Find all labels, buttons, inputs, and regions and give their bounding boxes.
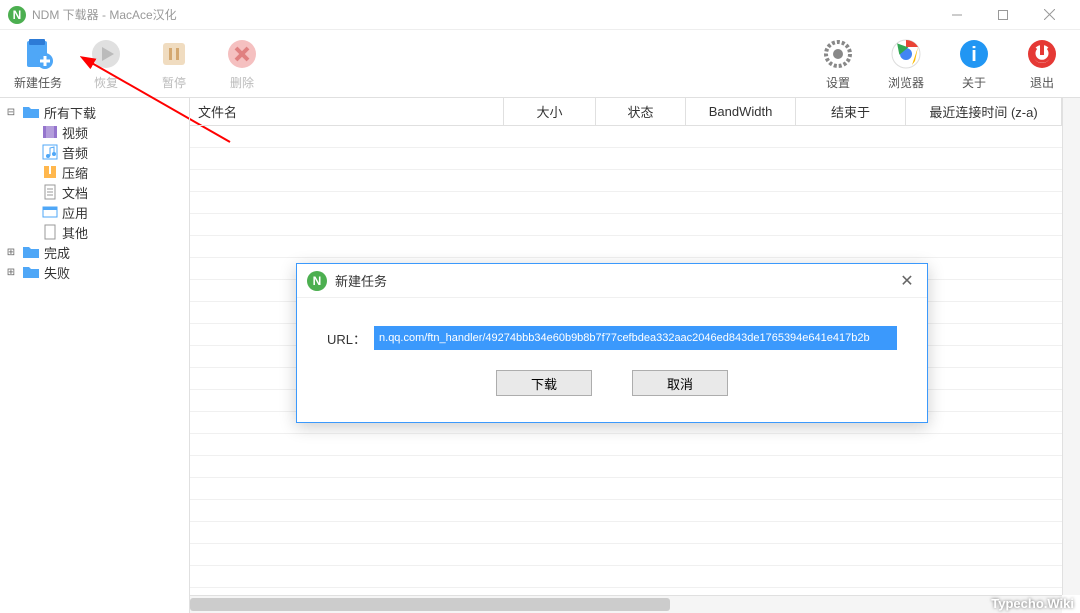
tree-label: 失败 (44, 263, 70, 282)
new-task-dialog: N 新建任务 ✕ URL： 下载 取消 (296, 263, 928, 423)
app-icon (42, 204, 58, 220)
dialog-title: 新建任务 (335, 271, 387, 290)
browser-icon (888, 36, 924, 72)
window-title: NDM 下载器 - MacAce汉化 (32, 6, 177, 23)
resume-icon (88, 36, 124, 72)
list-row (190, 566, 1062, 588)
archive-icon (42, 164, 58, 180)
url-input[interactable] (374, 326, 897, 350)
list-row (190, 478, 1062, 500)
category-sidebar: ⊟ 所有下载 视频音频压缩文档应用其他 ⊞ 完成 ⊞ 失败 (0, 98, 190, 613)
list-row (190, 192, 1062, 214)
svg-text:i: i (971, 44, 977, 66)
pause-icon (156, 36, 192, 72)
app-icon: N (8, 6, 26, 24)
download-button[interactable]: 下载 (496, 370, 592, 396)
tree-label: 文档 (62, 183, 88, 202)
settings-button[interactable]: 设置 (812, 36, 864, 91)
tree-label: 压缩 (62, 163, 88, 182)
column-status[interactable]: 状态 (596, 98, 686, 125)
tree-all-downloads[interactable]: ⊟ 所有下载 (0, 102, 189, 122)
minimize-button[interactable] (934, 0, 980, 30)
tree-video[interactable]: 视频 (0, 122, 189, 142)
delete-button[interactable]: 删除 (216, 36, 268, 91)
tree-label: 视频 (62, 123, 88, 142)
expand-icon[interactable]: ⊞ (4, 247, 18, 258)
watermark: Typecho.Wiki (991, 596, 1074, 611)
list-row (190, 126, 1062, 148)
tree-app[interactable]: 应用 (0, 202, 189, 222)
tree-label: 其他 (62, 223, 88, 242)
close-button[interactable] (1026, 0, 1072, 30)
list-row (190, 148, 1062, 170)
column-lastconnect[interactable]: 最近连接时间 (z-a) (906, 98, 1062, 125)
list-row (190, 456, 1062, 478)
folder-icon (22, 245, 40, 259)
cancel-button[interactable]: 取消 (632, 370, 728, 396)
new-task-button[interactable]: 新建任务 (12, 36, 64, 91)
folder-icon (22, 105, 40, 119)
tree-document[interactable]: 文档 (0, 182, 189, 202)
exit-icon (1024, 36, 1060, 72)
expand-icon[interactable]: ⊞ (4, 267, 18, 278)
new-task-icon (20, 36, 56, 72)
list-row (190, 170, 1062, 192)
column-size[interactable]: 大小 (504, 98, 596, 125)
resume-button[interactable]: 恢复 (80, 36, 132, 91)
maximize-button[interactable] (980, 0, 1026, 30)
url-label: URL： (327, 329, 366, 348)
list-header: 文件名大小状态BandWidth结束于最近连接时间 (z-a) (190, 98, 1080, 126)
browser-button[interactable]: 浏览器 (880, 36, 932, 91)
column-ended[interactable]: 结束于 (796, 98, 906, 125)
list-row (190, 544, 1062, 566)
other-icon (42, 224, 58, 240)
scrollbar-thumb[interactable] (190, 598, 670, 611)
tree-other[interactable]: 其他 (0, 222, 189, 242)
list-row (190, 522, 1062, 544)
pause-button[interactable]: 暂停 (148, 36, 200, 91)
document-icon (42, 184, 58, 200)
tree-audio[interactable]: 音频 (0, 142, 189, 162)
column-filename[interactable]: 文件名 (190, 98, 504, 125)
folder-icon (22, 265, 40, 279)
horizontal-scrollbar[interactable] (190, 595, 1062, 613)
tree-finished[interactable]: ⊞ 完成 (0, 242, 189, 262)
list-row (190, 236, 1062, 258)
tree-archive[interactable]: 压缩 (0, 162, 189, 182)
exit-button[interactable]: 退出 (1016, 36, 1068, 91)
audio-icon (42, 144, 58, 160)
tree-label: 所有下载 (44, 103, 96, 122)
tree-label: 音频 (62, 143, 88, 162)
tree-label: 完成 (44, 243, 70, 262)
dialog-close-button[interactable]: ✕ (897, 271, 917, 291)
window-titlebar: N NDM 下载器 - MacAce汉化 (0, 0, 1080, 30)
about-icon: i (956, 36, 992, 72)
list-row (190, 434, 1062, 456)
tree-label: 应用 (62, 203, 88, 222)
delete-icon (224, 36, 260, 72)
list-row (190, 214, 1062, 236)
main-toolbar: 新建任务恢复暂停删除 设置浏览器 i关于退出 (0, 30, 1080, 98)
vertical-scrollbar[interactable] (1062, 98, 1080, 595)
dialog-app-icon: N (307, 271, 327, 291)
list-row (190, 500, 1062, 522)
tree-failed[interactable]: ⊞ 失败 (0, 262, 189, 282)
about-button[interactable]: i关于 (948, 36, 1000, 91)
column-bandwidth[interactable]: BandWidth (686, 98, 796, 125)
settings-icon (820, 36, 856, 72)
video-icon (42, 124, 58, 140)
dialog-titlebar: N 新建任务 ✕ (297, 264, 927, 298)
collapse-icon[interactable]: ⊟ (4, 107, 18, 118)
